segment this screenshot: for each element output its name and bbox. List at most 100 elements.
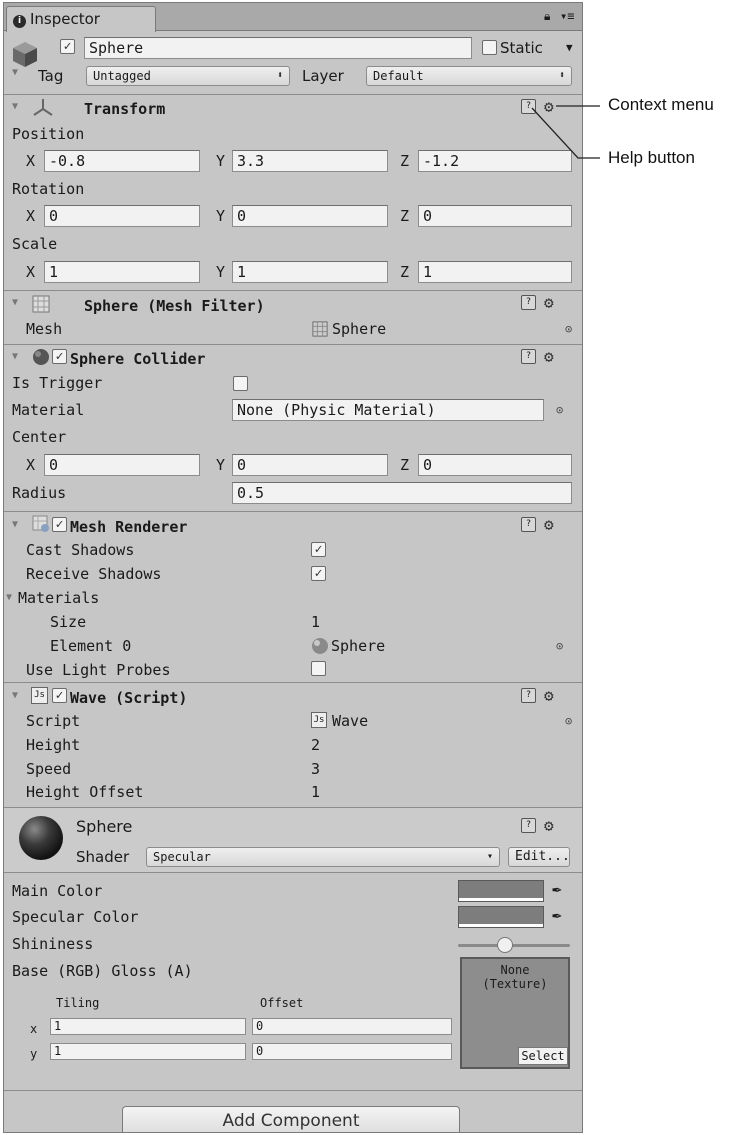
texture-none-label: None: [500, 963, 530, 977]
center-z-field[interactable]: 0: [418, 454, 572, 476]
help-icon[interactable]: ?: [521, 818, 536, 833]
light-probes-checkbox[interactable]: [311, 661, 326, 676]
sphere-collider-title[interactable]: Sphere Collider: [70, 350, 205, 368]
mesh-filter-fold-icon[interactable]: ▼: [12, 297, 18, 308]
material-field[interactable]: None (Physic Material): [232, 399, 544, 421]
center-x-label[interactable]: X: [26, 456, 35, 474]
receive-shadows-checkbox[interactable]: ✓: [311, 566, 326, 581]
wave-fold-icon[interactable]: ▼: [12, 690, 18, 701]
rotation-x-field[interactable]: 0: [44, 205, 200, 227]
tiling-y-label: y: [30, 1047, 38, 1061]
cast-shadows-label: Cast Shadows: [26, 541, 135, 559]
shininess-slider-track[interactable]: [458, 944, 570, 947]
shininess-slider-thumb[interactable]: [497, 937, 513, 953]
texture-type-label: (Texture): [482, 977, 548, 991]
material-preview-sphere-icon: [19, 816, 63, 860]
rotation-y-field[interactable]: 0: [232, 205, 388, 227]
radius-field[interactable]: 0.5: [232, 482, 572, 504]
edit-shader-button[interactable]: Edit...: [508, 847, 570, 867]
tiling-label: Tiling: [56, 996, 100, 1010]
material-label: Material: [12, 401, 85, 419]
gear-icon[interactable]: ⚙: [544, 349, 554, 365]
gear-icon[interactable]: ⚙: [544, 688, 554, 704]
materials-label[interactable]: Materials: [18, 589, 99, 607]
is-trigger-label: Is Trigger: [12, 374, 103, 392]
sphere-collider-fold-icon[interactable]: ▼: [12, 351, 18, 362]
element0-value[interactable]: Sphere: [331, 637, 385, 655]
gear-icon[interactable]: ⚙: [544, 818, 554, 834]
rotation-z-field[interactable]: 0: [418, 205, 572, 227]
shader-label: Shader: [76, 848, 130, 866]
specular-color-swatch[interactable]: [458, 906, 544, 928]
gear-icon[interactable]: ⚙: [544, 517, 554, 533]
tiling-y-field[interactable]: 1: [50, 1043, 246, 1060]
materials-fold-icon[interactable]: ▼: [6, 592, 12, 603]
offset-x-field[interactable]: 0: [252, 1018, 452, 1035]
center-label: Center: [12, 428, 67, 446]
height-offset-value[interactable]: 1: [311, 783, 320, 801]
mesh-filter-icon: [312, 321, 328, 337]
texture-select-button[interactable]: Select: [518, 1047, 568, 1065]
speed-value[interactable]: 3: [311, 760, 320, 778]
add-component-button[interactable]: Add Component: [122, 1106, 460, 1132]
rotation-x-label[interactable]: X: [26, 207, 35, 225]
cast-shadows-checkbox[interactable]: ✓: [311, 542, 326, 557]
center-y-label[interactable]: Y: [216, 456, 225, 474]
center-z-label[interactable]: Z: [400, 456, 409, 474]
radius-label: Radius: [12, 484, 67, 502]
offset-y-field[interactable]: 0: [252, 1043, 452, 1060]
js-script-icon: Js: [31, 687, 48, 704]
scale-z-label[interactable]: Z: [400, 263, 409, 281]
sphere-collider-enabled-checkbox[interactable]: ✓: [52, 349, 67, 364]
target-icon[interactable]: ⊙: [565, 714, 572, 728]
js-script-icon: Js: [311, 712, 327, 728]
center-x-field[interactable]: 0: [44, 454, 200, 476]
wave-title[interactable]: Wave (Script): [70, 689, 187, 707]
mesh-renderer-title[interactable]: Mesh Renderer: [70, 518, 187, 536]
tiling-x-label: x: [30, 1022, 38, 1036]
divider: [4, 290, 582, 291]
is-trigger-checkbox[interactable]: [233, 376, 248, 391]
help-button-callout-line: [531, 107, 600, 159]
rotation-z-label[interactable]: Z: [400, 207, 409, 225]
scale-x-field[interactable]: 1: [44, 261, 200, 283]
tiling-x-field[interactable]: 1: [50, 1018, 246, 1035]
specular-color-label: Specular Color: [12, 908, 139, 926]
main-color-label: Main Color: [12, 882, 103, 900]
shader-dropdown[interactable]: Specular ▾: [146, 847, 500, 867]
mesh-renderer-enabled-checkbox[interactable]: ✓: [52, 517, 67, 532]
receive-shadows-label: Receive Shadows: [26, 565, 162, 583]
target-icon[interactable]: ⊙: [565, 322, 572, 336]
main-color-swatch[interactable]: [458, 880, 544, 902]
divider: [4, 511, 582, 512]
sphere-icon: [312, 638, 328, 654]
height-label: Height: [26, 736, 81, 754]
divider: [4, 682, 582, 683]
scale-x-label[interactable]: X: [26, 263, 35, 281]
target-icon[interactable]: ⊙: [556, 403, 563, 417]
scale-y-label[interactable]: Y: [216, 263, 225, 281]
script-value[interactable]: Wave: [332, 712, 368, 730]
gear-icon[interactable]: ⚙: [544, 295, 554, 311]
help-icon[interactable]: ?: [521, 349, 536, 364]
help-icon[interactable]: ?: [521, 517, 536, 532]
mesh-filter-title[interactable]: Sphere (Mesh Filter): [84, 297, 265, 315]
scale-y-field[interactable]: 1: [232, 261, 388, 283]
mesh-renderer-fold-icon[interactable]: ▼: [12, 519, 18, 530]
height-value[interactable]: 2: [311, 736, 320, 754]
target-icon[interactable]: ⊙: [556, 639, 563, 653]
size-value[interactable]: 1: [311, 613, 320, 631]
eyedropper-icon[interactable]: ✒: [552, 879, 562, 898]
wave-enabled-checkbox[interactable]: ✓: [52, 688, 67, 703]
center-y-field[interactable]: 0: [232, 454, 388, 476]
scale-z-field[interactable]: 1: [418, 261, 572, 283]
texture-slot[interactable]: None (Texture) Select: [460, 957, 570, 1069]
rotation-y-label[interactable]: Y: [216, 207, 225, 225]
eyedropper-icon[interactable]: ✒: [552, 905, 562, 924]
help-icon[interactable]: ?: [521, 295, 536, 310]
offset-label: Offset: [260, 996, 304, 1010]
element0-label: Element 0: [50, 637, 132, 655]
help-icon[interactable]: ?: [521, 688, 536, 703]
mesh-value[interactable]: Sphere: [332, 320, 386, 338]
divider: [4, 872, 582, 873]
